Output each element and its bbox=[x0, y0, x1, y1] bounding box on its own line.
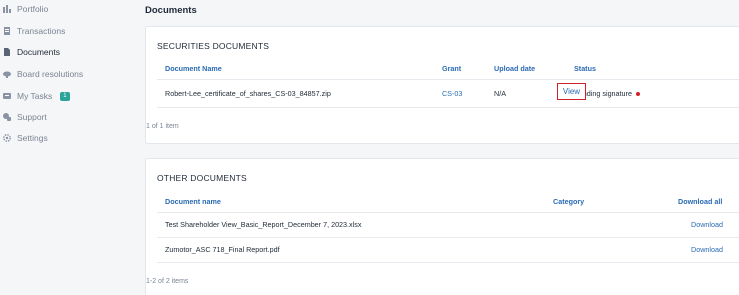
pagination-info: 1-2 of 2 items bbox=[146, 278, 189, 285]
grant-link[interactable]: CS-03 bbox=[442, 89, 462, 98]
download-link[interactable]: Download bbox=[691, 245, 723, 254]
sidebar-item-label: My Tasks bbox=[17, 91, 53, 101]
document-icon bbox=[3, 48, 11, 56]
download-all-link[interactable]: Download all bbox=[678, 197, 722, 206]
column-header-document-name[interactable]: Document Name bbox=[165, 64, 222, 73]
sidebar: Portfolio Transactions Documents Board r… bbox=[0, 0, 132, 295]
gear-icon bbox=[3, 134, 11, 142]
sidebar-item-support[interactable]: Support bbox=[3, 110, 47, 124]
page-title: Documents bbox=[145, 5, 197, 16]
other-documents-card: OTHER DOCUMENTS Document name Category D… bbox=[145, 158, 739, 295]
divider bbox=[157, 237, 739, 238]
sidebar-item-board-resolutions[interactable]: Board resolutions bbox=[3, 67, 83, 81]
sidebar-item-label: Portfolio bbox=[17, 4, 49, 14]
sidebar-item-portfolio[interactable]: Portfolio bbox=[3, 2, 48, 16]
tasks-icon bbox=[3, 92, 11, 100]
bar-chart-icon bbox=[3, 5, 11, 13]
document-name-cell: Robert-Lee_certificate_of_shares_CS-03_8… bbox=[165, 89, 331, 98]
pagination-info: 1 of 1 item bbox=[146, 123, 179, 130]
sidebar-item-my-tasks[interactable]: My Tasks 1 bbox=[3, 89, 70, 103]
receipt-icon bbox=[3, 27, 11, 35]
divider bbox=[157, 262, 739, 263]
sidebar-item-label: Transactions bbox=[17, 26, 66, 36]
column-header-category[interactable]: Category bbox=[553, 197, 584, 206]
sidebar-item-transactions[interactable]: Transactions bbox=[3, 24, 65, 38]
divider bbox=[157, 212, 739, 213]
view-button[interactable]: View bbox=[557, 83, 586, 100]
status-dot-icon bbox=[635, 92, 640, 97]
divider bbox=[157, 79, 739, 80]
task-count-badge: 1 bbox=[60, 91, 70, 101]
board-icon bbox=[3, 70, 11, 78]
document-name-cell: Zumotor_ASC 718_Final Report.pdf bbox=[165, 245, 280, 254]
securities-documents-card: SECURITIES DOCUMENTS Document Name Grant… bbox=[145, 26, 739, 144]
column-header-upload-date[interactable]: Upload date bbox=[494, 64, 535, 73]
column-header-document-name[interactable]: Document name bbox=[165, 197, 221, 206]
sidebar-item-label: Documents bbox=[17, 47, 60, 57]
document-name-cell: Test Shareholder View_Basic_Report_Decem… bbox=[165, 220, 362, 229]
sidebar-item-settings[interactable]: Settings bbox=[3, 131, 48, 145]
sidebar-item-label: Board resolutions bbox=[17, 69, 84, 79]
card-title: SECURITIES DOCUMENTS bbox=[157, 41, 270, 51]
sidebar-item-label: Support bbox=[17, 112, 47, 122]
upload-date-cell: N/A bbox=[494, 89, 506, 98]
card-title: OTHER DOCUMENTS bbox=[157, 173, 247, 183]
sidebar-item-label: Settings bbox=[17, 133, 48, 143]
sidebar-item-documents[interactable]: Documents bbox=[3, 45, 60, 59]
column-header-status[interactable]: Status bbox=[574, 64, 596, 73]
download-link[interactable]: Download bbox=[691, 220, 723, 229]
support-icon bbox=[3, 113, 11, 121]
divider bbox=[157, 107, 739, 108]
column-header-grant[interactable]: Grant bbox=[442, 64, 461, 73]
